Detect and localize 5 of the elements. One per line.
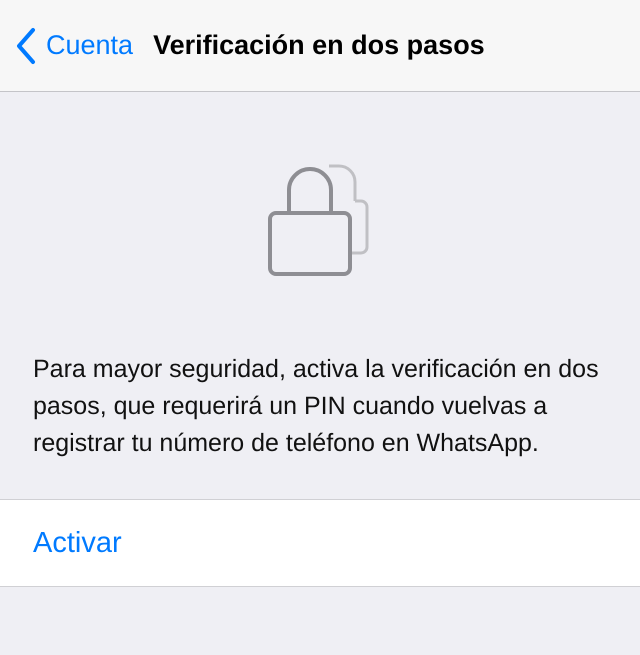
screen-title: Verificación en dos pasos (153, 30, 485, 61)
back-button[interactable]: Cuenta (16, 26, 134, 64)
description-text: Para mayor seguridad, activa la verificación en dos pasos, que requerirá un PIN cuando vuelvas a registrar tu número de teléfono en WhatsApp. (32, 354, 600, 459)
activate-button[interactable]: Activar (33, 526, 122, 560)
chevron-left-icon (16, 26, 36, 64)
